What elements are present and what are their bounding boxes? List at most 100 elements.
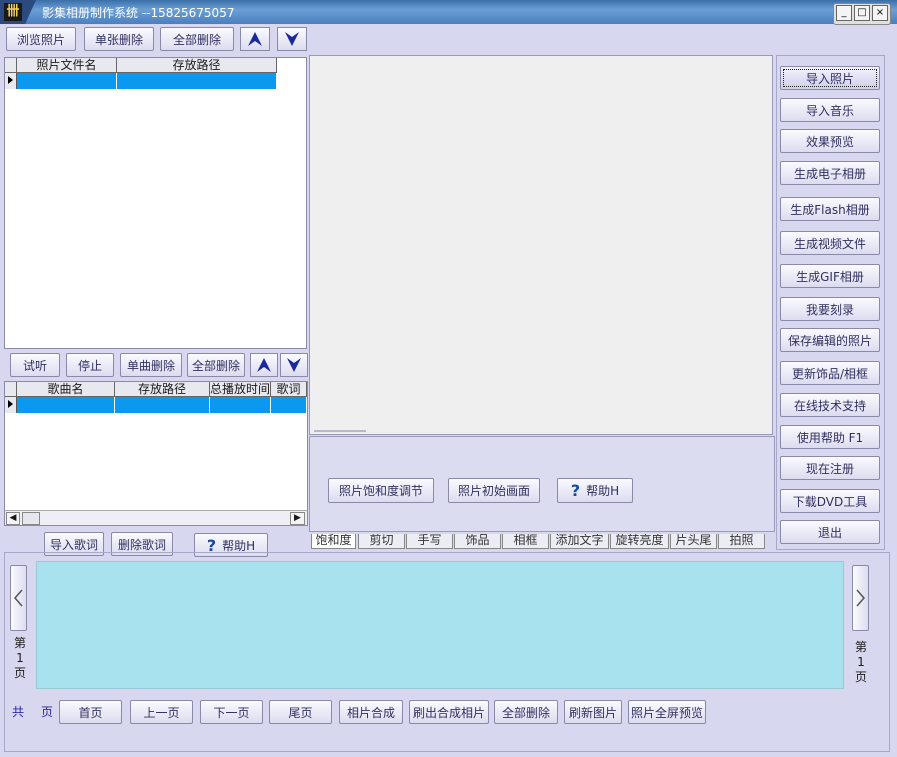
first-page-button[interactable]: 首页	[59, 700, 122, 724]
photo-initial-button[interactable]: 照片初始画面	[448, 478, 540, 503]
tab-take-photo[interactable]: 拍照	[718, 534, 765, 549]
help-label: 帮助H	[586, 484, 620, 498]
row-indicator	[5, 397, 17, 413]
row-pointer-icon	[8, 400, 13, 408]
generate-video-button[interactable]: 生成视频文件	[780, 231, 880, 255]
tab-handwriting[interactable]: 手写	[406, 534, 453, 549]
table-corner	[5, 58, 17, 73]
browse-photos-button[interactable]: 浏览照片	[6, 27, 76, 51]
move-song-up-button[interactable]	[250, 353, 278, 377]
page-number: 1	[857, 655, 865, 669]
photo-table: 照片文件名 存放路径	[4, 57, 307, 349]
next-page-button[interactable]: 下一页	[200, 700, 263, 724]
panel-help-button[interactable]: ? 帮助H	[557, 478, 633, 503]
column-header[interactable]: 照片文件名	[17, 58, 117, 73]
right-page-indicator: 第 1 页	[854, 640, 868, 685]
delete-photo-button[interactable]: 单张删除	[84, 27, 154, 51]
photo-preview-canvas[interactable]	[309, 55, 773, 435]
pages-label: 页	[41, 705, 54, 719]
exit-button[interactable]: 退出	[780, 520, 880, 544]
table-cell[interactable]	[210, 397, 271, 413]
prev-page-arrow[interactable]	[10, 565, 27, 631]
generate-e-album-button[interactable]: 生成电子相册	[780, 161, 880, 185]
column-header[interactable]: 总播放时间	[210, 382, 271, 397]
column-header[interactable]: 存放路径	[117, 58, 277, 73]
page-label: 页	[13, 666, 26, 680]
saturation-adjust-button[interactable]: 照片饱和度调节	[328, 478, 434, 503]
tab-crop[interactable]: 剪切	[358, 534, 405, 549]
page-label: 页	[854, 670, 867, 684]
update-ornaments-button[interactable]: 更新饰品/相框	[780, 361, 880, 385]
tab-intro-outro[interactable]: 片头尾	[670, 534, 717, 549]
arrow-down-icon	[287, 358, 301, 372]
tab-rotate-brightness[interactable]: 旋转亮度	[610, 534, 669, 549]
effect-preview-button[interactable]: 效果预览	[780, 129, 880, 153]
save-edited-photo-button[interactable]: 保存编辑的照片	[780, 328, 880, 352]
delete-all-songs-button[interactable]: 全部删除	[187, 353, 245, 377]
column-header[interactable]: 存放路径	[115, 382, 210, 397]
delete-all-thumbs-button[interactable]: 全部删除	[494, 700, 558, 724]
last-page-button[interactable]: 尾页	[269, 700, 332, 724]
refresh-images-button[interactable]: 刷新图片	[564, 700, 622, 724]
help-icon: ?	[570, 481, 581, 500]
listen-button[interactable]: 试听	[10, 353, 60, 377]
stop-button[interactable]: 停止	[66, 353, 114, 377]
register-now-button[interactable]: 现在注册	[780, 456, 880, 480]
app-icon: 卌	[4, 3, 22, 21]
column-header[interactable]: 歌词	[271, 382, 307, 397]
row-indicator	[5, 73, 17, 89]
table-corner	[5, 382, 17, 397]
total-label: 共	[12, 705, 25, 719]
tab-ornament[interactable]: 饰品	[454, 534, 501, 549]
scroll-left-icon[interactable]: ◀	[6, 512, 20, 525]
arrow-up-icon	[248, 32, 262, 46]
window-controls: _ □ ×	[833, 3, 891, 25]
generate-gif-album-button[interactable]: 生成GIF相册	[780, 264, 880, 288]
row-pointer-icon	[8, 76, 13, 84]
fullscreen-preview-button[interactable]: 照片全屏预览	[628, 700, 706, 724]
window-title: 影集相册制作系统 --15825675057	[42, 6, 235, 20]
table-cell[interactable]	[17, 397, 115, 413]
maximize-icon[interactable]: □	[854, 5, 870, 21]
title-bar: 卌 影集相册制作系统 --15825675057 _ □ ×	[0, 0, 897, 25]
chevron-right-icon	[856, 589, 865, 607]
page-number: 1	[16, 651, 24, 665]
table-cell[interactable]	[271, 397, 307, 413]
prev-page-button[interactable]: 上一页	[130, 700, 193, 724]
arrow-down-icon	[285, 32, 299, 46]
tab-add-text[interactable]: 添加文字	[550, 534, 609, 549]
move-song-down-button[interactable]	[280, 353, 308, 377]
left-page-indicator: 第 1 页	[13, 636, 27, 681]
preview-divider	[314, 430, 366, 432]
next-page-arrow[interactable]	[852, 565, 869, 631]
minimize-icon[interactable]: _	[836, 5, 852, 21]
close-icon[interactable]: ×	[872, 5, 888, 21]
tab-saturation[interactable]: 饱和度	[311, 534, 356, 549]
help-label: 帮助H	[222, 538, 256, 553]
music-table: 歌曲名 存放路径 总播放时间 歌词 ◀ ▶	[4, 381, 308, 526]
delete-all-photos-button[interactable]: 全部删除	[160, 27, 234, 51]
move-photo-down-button[interactable]	[277, 27, 307, 51]
online-support-button[interactable]: 在线技术支持	[780, 393, 880, 417]
delete-song-button[interactable]: 单曲删除	[120, 353, 182, 377]
brush-out-composed-button[interactable]: 刷出合成相片	[409, 700, 489, 724]
arrow-up-icon	[257, 358, 271, 372]
scroll-right-icon[interactable]: ▶	[290, 512, 305, 525]
import-photos-button[interactable]: 导入照片	[780, 66, 880, 90]
download-dvd-tool-button[interactable]: 下载DVD工具	[780, 489, 880, 513]
thumbnail-strip[interactable]	[36, 561, 844, 689]
table-cell[interactable]	[115, 397, 210, 413]
burn-disc-button[interactable]: 我要刻录	[780, 297, 880, 321]
move-photo-up-button[interactable]	[240, 27, 270, 51]
table-cell[interactable]	[17, 73, 117, 89]
horizontal-scrollbar[interactable]: ◀ ▶	[5, 510, 307, 525]
table-cell[interactable]	[117, 73, 277, 89]
column-header[interactable]: 歌曲名	[17, 382, 115, 397]
import-music-button[interactable]: 导入音乐	[780, 98, 880, 122]
scrollbar-thumb[interactable]	[22, 512, 40, 525]
page-label: 第	[854, 640, 867, 654]
compose-photos-button[interactable]: 相片合成	[339, 700, 403, 724]
tab-frame[interactable]: 相框	[502, 534, 549, 549]
help-f1-button[interactable]: 使用帮助 F1	[780, 425, 880, 449]
generate-flash-album-button[interactable]: 生成Flash相册	[780, 197, 880, 221]
